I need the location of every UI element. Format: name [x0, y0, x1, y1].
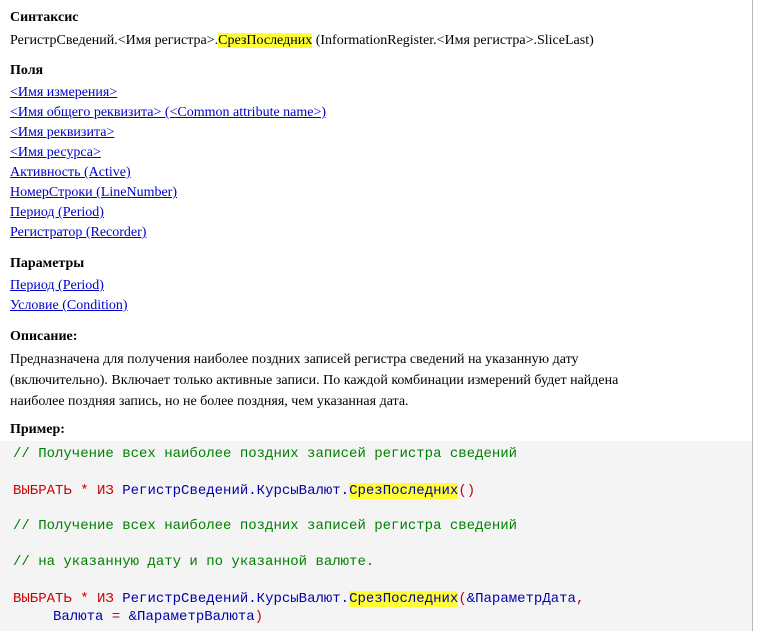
field-link-active[interactable]: Активность (Active) — [10, 165, 131, 180]
param-link-condition[interactable]: Условие (Condition) — [10, 298, 128, 313]
fields-section: Поля <Имя измерения> <Имя общего реквизи… — [10, 62, 326, 244]
code-comment-line: // на указанную дату и по указанной валю… — [13, 554, 375, 570]
syntax-method: СрезПоследних — [218, 33, 313, 48]
code-query-continuation: Валюта = &ПараметрВалюта) — [53, 609, 264, 625]
syntax-line: РегистрСведений.<Имя регистра>.СрезПосле… — [10, 32, 594, 49]
field-link-resource[interactable]: <Имя ресурса> — [10, 145, 101, 160]
field-link-attribute[interactable]: <Имя реквизита> — [10, 125, 114, 140]
fields-heading: Поля — [10, 63, 44, 78]
syntax-heading: Синтаксис — [10, 10, 79, 25]
example-section: Пример: — [10, 421, 65, 438]
description-text: Предназначена для получения наиболее поз… — [10, 352, 619, 409]
params-section: Параметры Период (Period) Условие (Condi… — [10, 255, 128, 317]
code-query-line: ВЫБРАТЬ * ИЗ РегистрСведений.КурсыВалют.… — [13, 591, 585, 607]
code-query-line: ВЫБРАТЬ * ИЗ РегистрСведений.КурсыВалют.… — [13, 483, 476, 499]
field-link-period[interactable]: Период (Period) — [10, 205, 104, 220]
syntax-section: Синтаксис РегистрСведений.<Имя регистра>… — [10, 9, 594, 49]
code-example-block: // Получение всех наиболее поздних запис… — [0, 441, 752, 631]
syntax-prefix: РегистрСведений.<Имя регистра>. — [10, 33, 219, 48]
field-link-line-number[interactable]: НомерСтроки (LineNumber) — [10, 185, 177, 200]
example-heading: Пример: — [10, 422, 65, 437]
field-link-dimension[interactable]: <Имя измерения> — [10, 85, 117, 100]
syntax-suffix: (InformationRegister.<Имя регистра>.Slic… — [312, 33, 594, 48]
params-heading: Параметры — [10, 256, 85, 271]
description-heading: Описание: — [10, 329, 78, 344]
code-comment-line: // Получение всех наиболее поздних запис… — [13, 446, 518, 462]
description-section: Описание: Предназначена для получения на… — [10, 328, 730, 412]
code-comment-line: // Получение всех наиболее поздних запис… — [13, 518, 518, 534]
field-link-common-attribute[interactable]: <Имя общего реквизита> (<Common attribut… — [10, 105, 326, 120]
field-link-recorder[interactable]: Регистратор (Recorder) — [10, 225, 146, 240]
param-link-period[interactable]: Период (Period) — [10, 278, 104, 293]
